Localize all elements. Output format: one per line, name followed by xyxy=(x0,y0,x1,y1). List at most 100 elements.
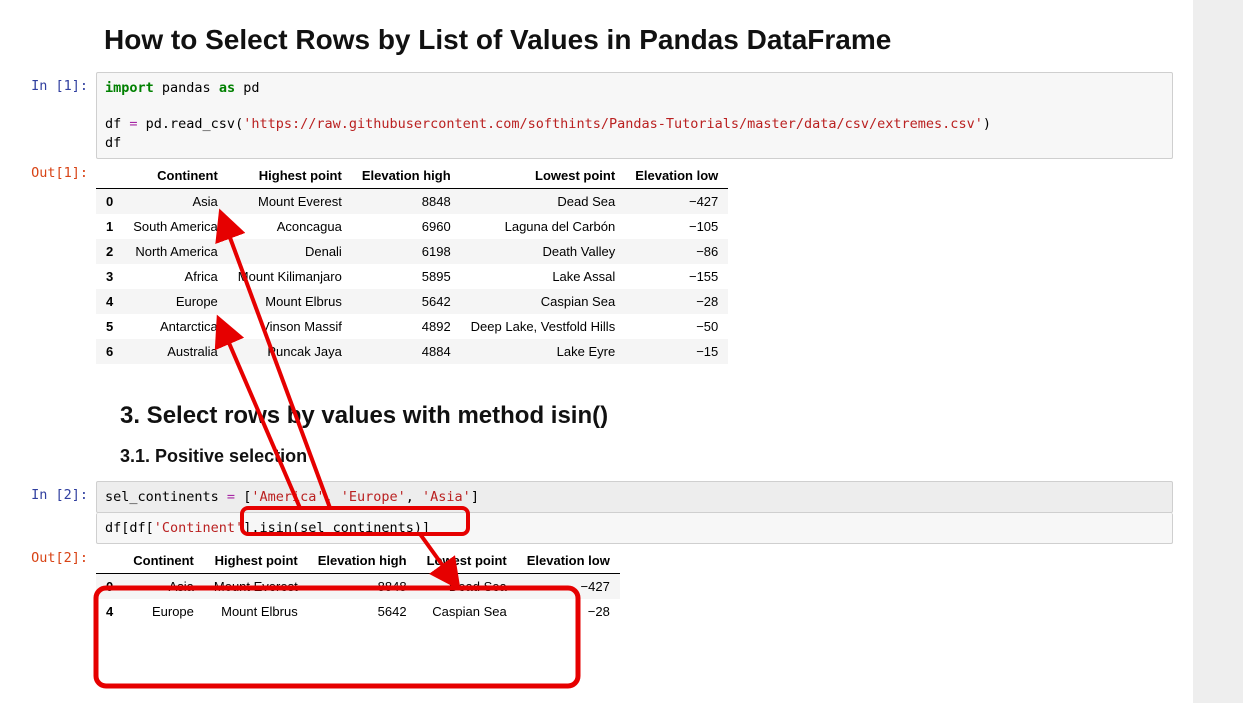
dataframe-table-1: ContinentHighest pointElevation highLowe… xyxy=(96,163,728,364)
cell-body-in-1: import pandas as pd df = pd.read_csv('ht… xyxy=(96,72,1173,159)
cell-elev_high: 8848 xyxy=(352,188,461,214)
cell-elev_high: 8848 xyxy=(308,574,417,600)
row-index: 4 xyxy=(96,599,123,624)
cell-elev_low: −86 xyxy=(625,239,728,264)
str-europe: 'Europe' xyxy=(341,489,406,505)
cell-high_pt: Aconcagua xyxy=(228,214,352,239)
code-block-1[interactable]: import pandas as pd df = pd.read_csv('ht… xyxy=(96,72,1173,159)
col-header: Lowest point xyxy=(461,163,626,189)
cell-in-2: In [2]: sel_continents = ['America', 'Eu… xyxy=(0,481,1193,544)
cell-continent: South America xyxy=(123,214,228,239)
col-header: Elevation low xyxy=(625,163,728,189)
col-header: Continent xyxy=(123,548,204,574)
cell-continent: Asia xyxy=(123,188,228,214)
col-header: Highest point xyxy=(204,548,308,574)
section-heading-3: 3. Select rows by values with method isi… xyxy=(120,402,1193,430)
cell-high_pt: Mount Elbrus xyxy=(204,599,308,624)
row-index: 0 xyxy=(96,574,123,600)
cell-elev_low: −105 xyxy=(625,214,728,239)
txt-df: df xyxy=(105,135,121,151)
row-index: 4 xyxy=(96,289,123,314)
cell-elev_high: 6960 xyxy=(352,214,461,239)
dataframe-table-2: ContinentHighest pointElevation highLowe… xyxy=(96,548,620,624)
section-heading-3-1: 3.1. Positive selection xyxy=(120,446,1193,467)
cell-continent: Africa xyxy=(123,264,228,289)
cell-body-out-2: ContinentHighest pointElevation highLowe… xyxy=(96,544,1173,632)
kw-as: as xyxy=(219,80,235,96)
cell-out-1: Out[1]: ContinentHighest pointElevation … xyxy=(0,159,1193,372)
cell-continent: Antarctica xyxy=(123,314,228,339)
cell-elev_low: −15 xyxy=(625,339,728,364)
cell-in-1: In [1]: import pandas as pd df = pd.read… xyxy=(0,72,1193,159)
cell-elev_high: 5642 xyxy=(308,599,417,624)
txt-close-bracket: ] xyxy=(471,489,479,505)
table-row: 5AntarcticaVinson Massif4892Deep Lake, V… xyxy=(96,314,728,339)
col-header: Elevation high xyxy=(352,163,461,189)
txt-open-bracket: [ xyxy=(235,489,251,505)
kw-import: import xyxy=(105,80,154,96)
cell-continent: Europe xyxy=(123,289,228,314)
cell-low_pt: Caspian Sea xyxy=(417,599,517,624)
prompt-out-2: Out[2]: xyxy=(0,544,96,566)
cell-low_pt: Death Valley xyxy=(461,239,626,264)
cell-high_pt: Denali xyxy=(228,239,352,264)
txt-dfdf: df[df[ xyxy=(105,520,154,536)
cell-continent: Asia xyxy=(123,574,204,600)
cell-body-out-1: ContinentHighest pointElevation highLowe… xyxy=(96,159,1173,372)
notebook: How to Select Rows by List of Values in … xyxy=(0,0,1193,632)
cell-low_pt: Deep Lake, Vestfold Hills xyxy=(461,314,626,339)
cell-body-in-2: sel_continents = ['America', 'Europe', '… xyxy=(96,481,1173,544)
row-index: 5 xyxy=(96,314,123,339)
txt-sel-assign: sel_continents xyxy=(105,489,227,505)
cell-continent: Australia xyxy=(123,339,228,364)
prompt-out-1: Out[1]: xyxy=(0,159,96,181)
row-index: 6 xyxy=(96,339,123,364)
txt-readcsv: pd.read_csv( xyxy=(138,116,244,132)
str-america: 'America' xyxy=(251,489,324,505)
table-row: 1South AmericaAconcagua6960Laguna del Ca… xyxy=(96,214,728,239)
cell-elev_high: 5642 xyxy=(352,289,461,314)
col-header xyxy=(96,163,123,189)
cell-low_pt: Lake Assal xyxy=(461,264,626,289)
table-row: 3AfricaMount Kilimanjaro5895Lake Assal−1… xyxy=(96,264,728,289)
cell-elev_low: −28 xyxy=(517,599,620,624)
col-header: Highest point xyxy=(228,163,352,189)
cell-high_pt: Mount Everest xyxy=(228,188,352,214)
col-header: Continent xyxy=(123,163,228,189)
cell-elev_high: 4892 xyxy=(352,314,461,339)
cell-elev_high: 6198 xyxy=(352,239,461,264)
op-eq-2: = xyxy=(227,489,235,505)
cell-elev_low: −427 xyxy=(517,574,620,600)
cell-continent: North America xyxy=(123,239,228,264)
cell-high_pt: Mount Kilimanjaro xyxy=(228,264,352,289)
cell-out-2: Out[2]: ContinentHighest pointElevation … xyxy=(0,544,1193,632)
cell-elev_high: 5895 xyxy=(352,264,461,289)
col-header: Elevation high xyxy=(308,548,417,574)
row-index: 2 xyxy=(96,239,123,264)
col-header: Elevation low xyxy=(517,548,620,574)
page: How to Select Rows by List of Values in … xyxy=(0,0,1243,703)
table-row: 2North AmericaDenali6198Death Valley−86 xyxy=(96,239,728,264)
table-row: 0AsiaMount Everest8848Dead Sea−427 xyxy=(96,188,728,214)
col-header: Lowest point xyxy=(417,548,517,574)
op-eq-1: = xyxy=(129,116,137,132)
prompt-in-2: In [2]: xyxy=(0,481,96,503)
col-header xyxy=(96,548,123,574)
str-asia: 'Asia' xyxy=(422,489,471,505)
table-row: 0AsiaMount Everest8848Dead Sea−427 xyxy=(96,574,620,600)
cell-low_pt: Dead Sea xyxy=(417,574,517,600)
code-block-2a[interactable]: sel_continents = ['America', 'Europe', '… xyxy=(96,481,1173,513)
cell-elev_low: −50 xyxy=(625,314,728,339)
txt-pandas: pandas xyxy=(154,80,219,96)
cell-low_pt: Laguna del Carbón xyxy=(461,214,626,239)
table-row: 4EuropeMount Elbrus5642Caspian Sea−28 xyxy=(96,599,620,624)
txt-df-assign: df xyxy=(105,116,129,132)
cell-high_pt: Puncak Jaya xyxy=(228,339,352,364)
row-index: 3 xyxy=(96,264,123,289)
cell-high_pt: Vinson Massif xyxy=(228,314,352,339)
txt-pd: pd xyxy=(235,80,259,96)
cell-low_pt: Caspian Sea xyxy=(461,289,626,314)
cell-low_pt: Lake Eyre xyxy=(461,339,626,364)
txt-close-paren: ) xyxy=(983,116,991,132)
code-block-2b[interactable]: df[df['Continent'].isin(sel_continents)] xyxy=(96,513,1173,544)
